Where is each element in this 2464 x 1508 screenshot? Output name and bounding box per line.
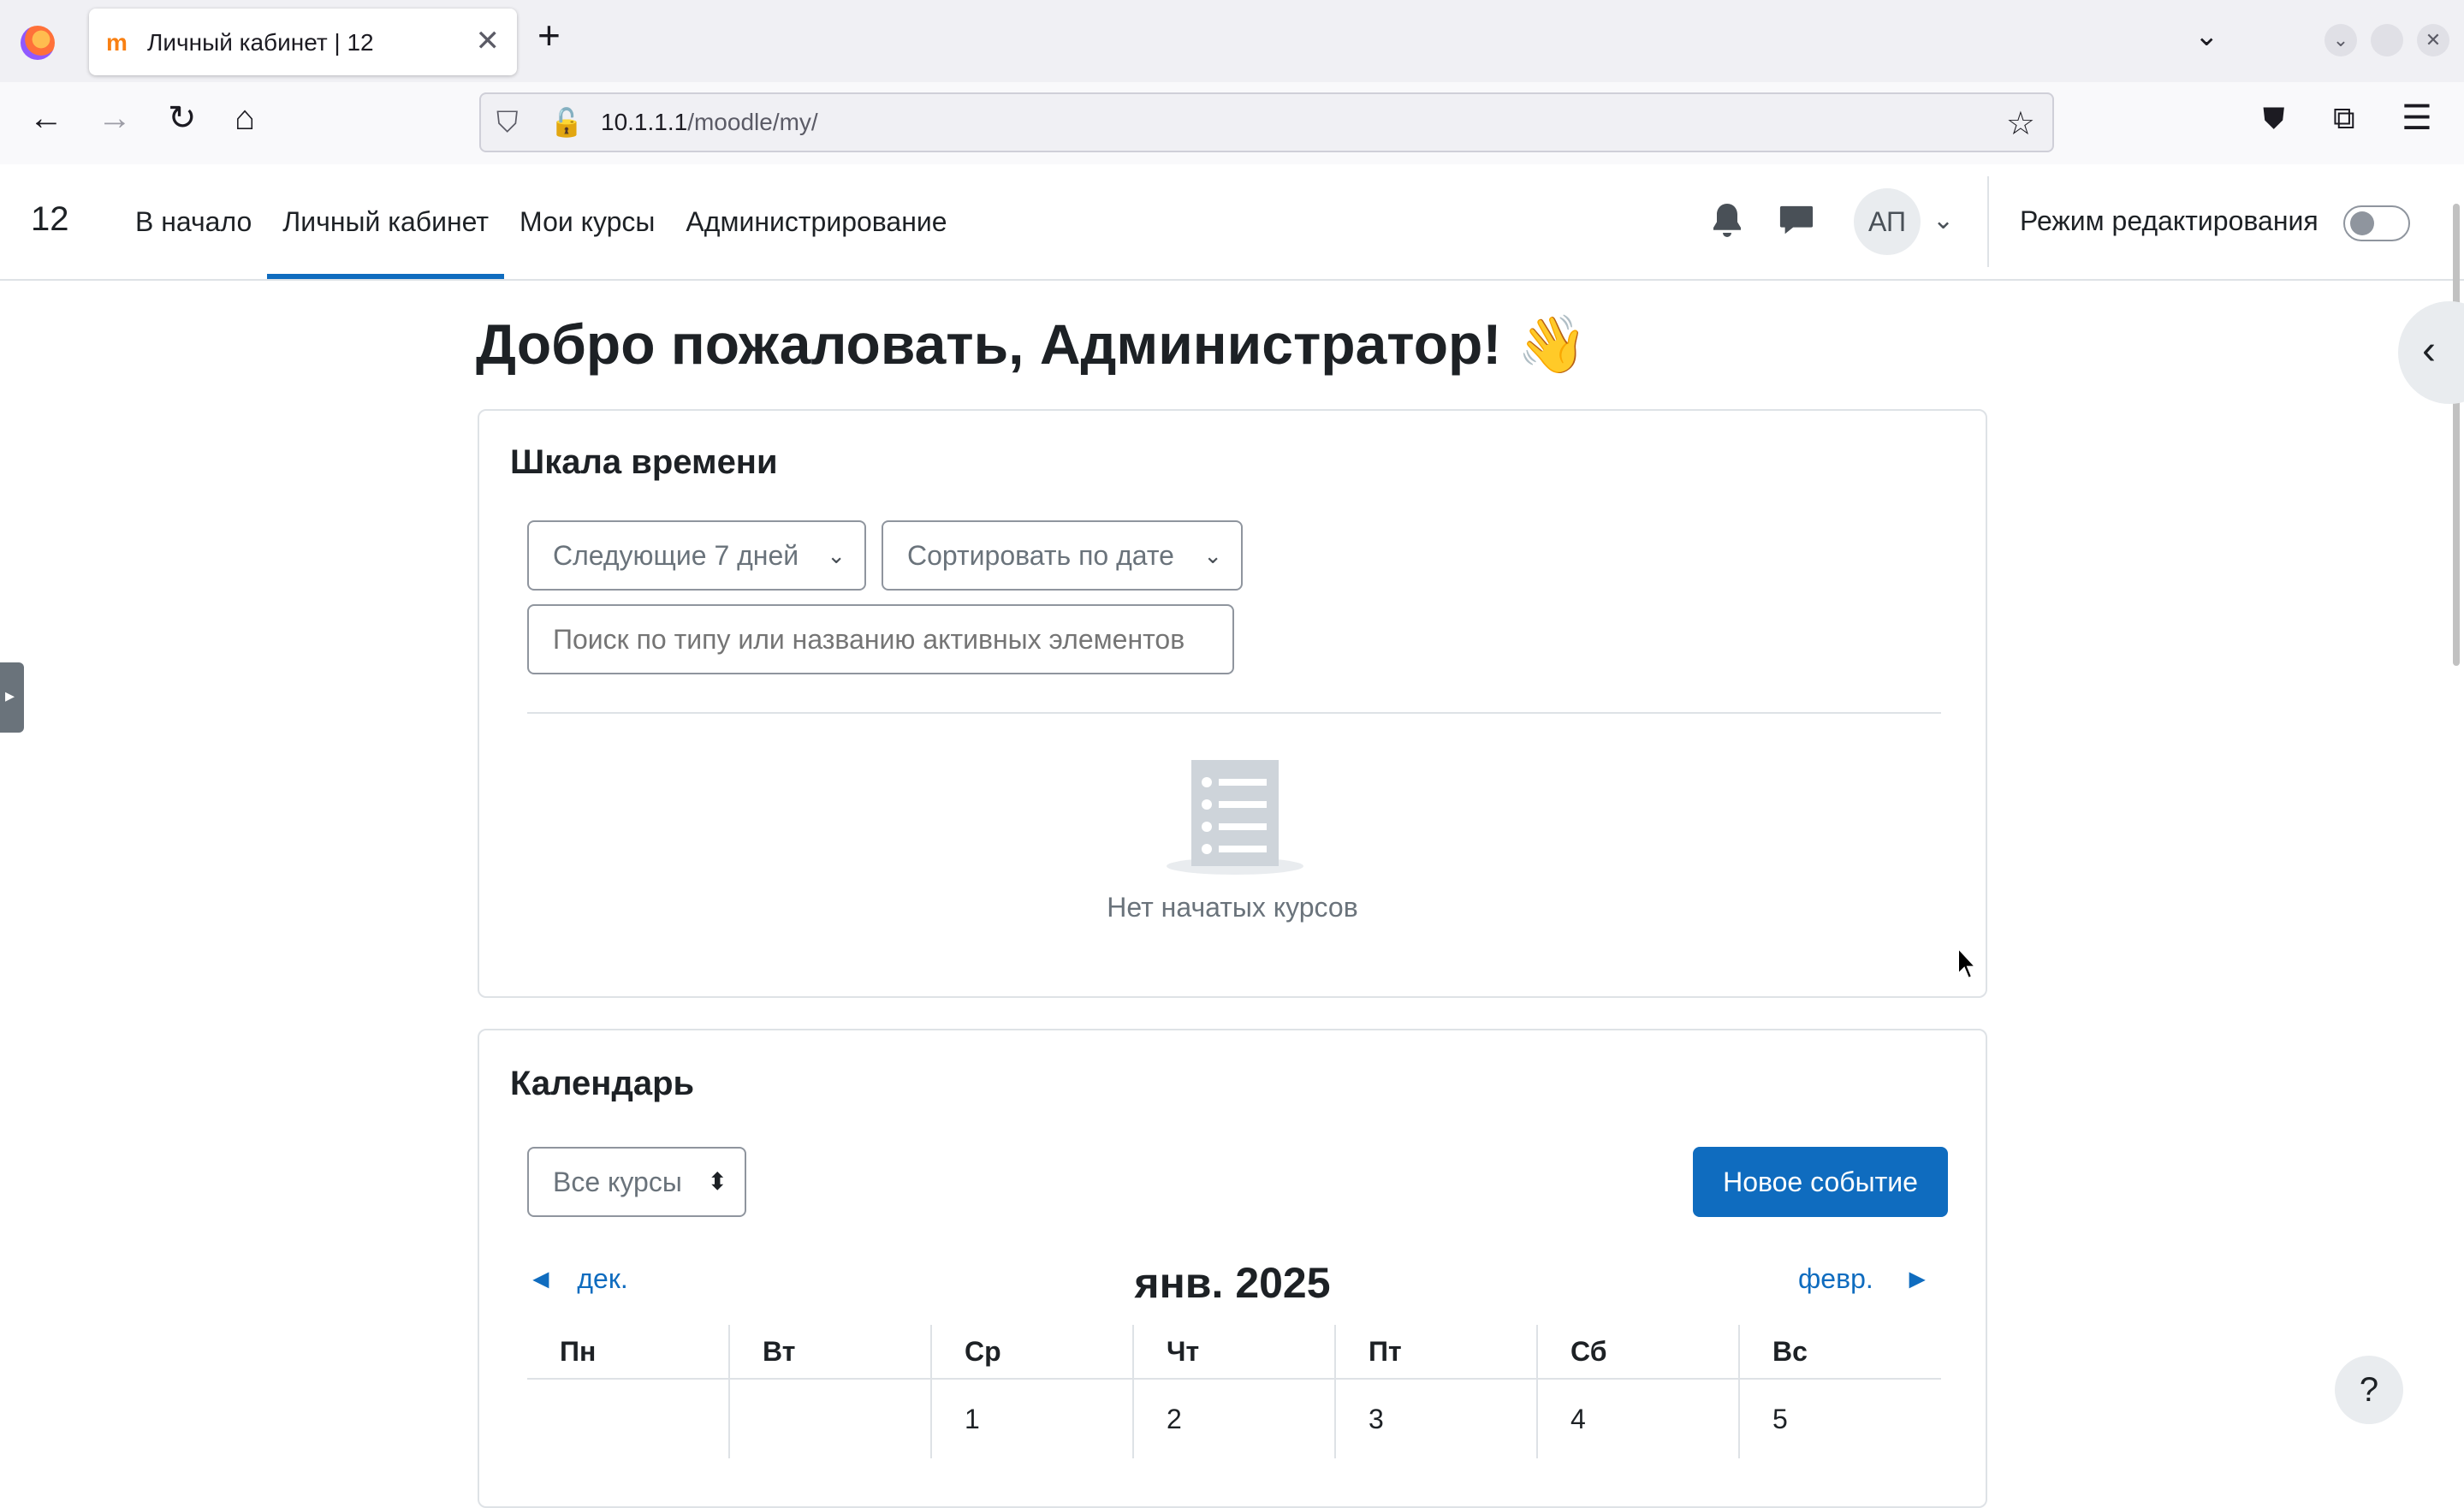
app-menu-icon[interactable]: ☰ <box>2402 101 2432 135</box>
nav-site-admin[interactable]: Администрирование <box>670 164 962 279</box>
back-arrow-icon[interactable]: ← <box>29 101 63 135</box>
notifications-bell-icon[interactable] <box>1710 202 1744 240</box>
mouse-cursor-icon <box>1957 947 1977 980</box>
site-name[interactable]: 12 <box>31 200 69 239</box>
caret-right-icon: ▸ <box>5 685 15 706</box>
calendar-day-cell[interactable]: 3 <box>1334 1379 1537 1458</box>
triangle-right-icon: ► <box>1903 1263 1931 1294</box>
help-button[interactable]: ? <box>2335 1356 2403 1424</box>
edit-mode-label: Режим редактирования <box>2020 205 2319 236</box>
weekday-header: Пн <box>527 1325 729 1380</box>
nav-dashboard[interactable]: Личный кабинет <box>267 164 505 279</box>
close-window-icon[interactable]: ✕ <box>2417 24 2449 56</box>
calendar-day-cell[interactable]: 2 <box>1132 1379 1335 1458</box>
edit-mode-toggle[interactable] <box>2343 205 2410 241</box>
timeline-block: Шкала времени Следующие 7 дней ⌄ Сортиро… <box>478 409 1987 998</box>
calendar-block: Календарь Все курсы ⬍ Новое событие ◄ де… <box>478 1029 1987 1508</box>
url-text[interactable]: 10.1.1.1/moodle/my/ <box>601 109 818 136</box>
home-icon[interactable]: ⌂ <box>235 101 255 135</box>
timeline-sort-dropdown[interactable]: Сортировать по дате ⌄ <box>882 520 1243 591</box>
calendar-course-select-value: Все курсы <box>553 1167 682 1197</box>
timeline-title: Шкала времени <box>510 443 778 481</box>
header-divider <box>1987 176 1989 267</box>
chevron-left-icon: ‹ <box>2422 328 2436 373</box>
pocket-icon[interactable]: ⛊ <box>2263 104 2285 134</box>
weekday-header: Ср <box>930 1325 1133 1380</box>
moodle-favicon-icon: m <box>106 29 128 56</box>
timeline-empty-message: Нет начатых курсов <box>1107 892 1358 923</box>
extensions-icon[interactable]: ⧉ <box>2333 103 2355 134</box>
timeline-day-filter-label: Следующие 7 дней <box>553 540 799 571</box>
calendar-title: Календарь <box>510 1065 695 1102</box>
calendar-month-grid: Пн Вт Ср Чт Пт Сб Вс 1 2 3 4 5 <box>527 1325 1941 1458</box>
timeline-sort-label: Сортировать по дате <box>907 540 1174 571</box>
insecure-lock-icon[interactable]: 🔓 <box>549 106 584 139</box>
maximize-window-icon[interactable] <box>2371 24 2403 56</box>
calendar-day-cell[interactable]: 4 <box>1536 1379 1739 1458</box>
weekday-header-row: Пн Вт Ср Чт Пт Сб Вс <box>527 1325 1941 1380</box>
calendar-course-select[interactable]: Все курсы ⬍ <box>527 1147 746 1217</box>
page-title: Добро пожаловать, Администратор! 👋 <box>476 312 1588 376</box>
timeline-day-filter-dropdown[interactable]: Следующие 7 дней ⌄ <box>527 520 866 591</box>
primary-navigation: В начало Личный кабинет Мои курсы Админи… <box>120 164 963 279</box>
messages-chat-icon[interactable] <box>1778 204 1814 238</box>
calendar-day-cell[interactable]: 1 <box>930 1379 1133 1458</box>
timeline-divider <box>527 712 1941 714</box>
weekday-header: Вт <box>728 1325 931 1380</box>
firefox-icon <box>21 26 55 60</box>
address-bar[interactable]: ⛉ 🔓 10.1.1.1/moodle/my/ ☆ <box>479 92 2054 152</box>
open-block-drawer-button[interactable]: ‹ <box>2398 301 2464 404</box>
next-month-label: февр. <box>1797 1263 1873 1294</box>
calendar-day-cell <box>728 1379 931 1458</box>
calendar-week-row: 1 2 3 4 5 <box>527 1379 1941 1458</box>
empty-courses-list-icon <box>1167 760 1303 875</box>
weekday-header: Пт <box>1334 1325 1537 1380</box>
tracking-shield-icon[interactable]: ⛉ <box>496 106 519 140</box>
tab-title: Личный кабинет | 12 <box>147 29 374 56</box>
url-path: /moodle/my/ <box>687 109 818 135</box>
toggle-knob <box>2350 211 2374 235</box>
timeline-search-input[interactable] <box>527 604 1234 674</box>
nav-my-courses[interactable]: Мои курсы <box>504 164 670 279</box>
tab-list-chevron-icon[interactable]: ⌄ <box>2194 19 2219 53</box>
select-updown-icon: ⬍ <box>707 1168 727 1195</box>
calendar-day-cell[interactable]: 5 <box>1738 1379 1941 1458</box>
user-menu-chevron-icon[interactable]: ⌄ <box>1933 205 1954 235</box>
site-header: 12 В начало Личный кабинет Мои курсы Адм… <box>0 164 2464 281</box>
weekday-header: Вс <box>1738 1325 1941 1380</box>
url-host: 10.1.1.1 <box>601 109 688 135</box>
browser-tab-bar: m Личный кабинет | 12 ✕ + ⌄ ⌄ ✕ <box>0 0 2464 82</box>
user-avatar[interactable]: АП <box>1854 188 1921 255</box>
open-course-index-tab[interactable]: ▸ <box>0 662 24 733</box>
reload-icon[interactable]: ↻ <box>168 101 197 135</box>
chevron-down-icon: ⌄ <box>827 543 846 568</box>
browser-tab[interactable]: m Личный кабинет | 12 ✕ <box>89 9 517 75</box>
browser-toolbar: ← → ↻ ⌂ ⛉ 🔓 10.1.1.1/moodle/my/ ☆ ⛊ ⧉ ☰ <box>0 82 2464 165</box>
current-month-title: янв. 2025 <box>1134 1259 1331 1307</box>
weekday-header: Сб <box>1536 1325 1739 1380</box>
chevron-down-icon: ⌄ <box>1203 543 1222 568</box>
weekday-header: Чт <box>1132 1325 1335 1380</box>
page-scrollbar[interactable] <box>2453 204 2460 666</box>
next-month-link[interactable]: февр. ► <box>1798 1263 1931 1295</box>
close-tab-icon[interactable]: ✕ <box>476 24 501 58</box>
calendar-day-cell <box>527 1379 729 1458</box>
new-event-button[interactable]: Новое событие <box>1693 1147 1948 1217</box>
bookmark-star-icon[interactable]: ☆ <box>2006 104 2035 143</box>
forward-arrow-icon[interactable]: → <box>98 101 132 135</box>
new-tab-button[interactable]: + <box>537 15 561 55</box>
minimize-window-icon[interactable]: ⌄ <box>2324 24 2357 56</box>
nav-home[interactable]: В начало <box>120 164 267 279</box>
